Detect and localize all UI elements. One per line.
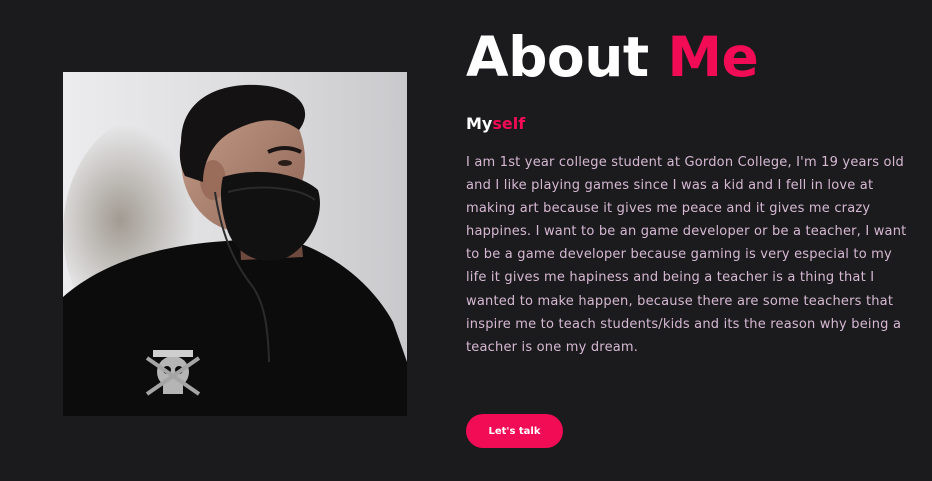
- about-subheading-main: My: [466, 114, 493, 133]
- about-heading-accent: Me: [667, 25, 759, 89]
- about-subheading-accent: self: [492, 114, 526, 133]
- about-subheading: Myself: [466, 114, 525, 133]
- profile-photo: [63, 72, 407, 416]
- about-bio: I am 1st year college student at Gordon …: [466, 155, 907, 355]
- profile-photo-illustration: [63, 72, 407, 416]
- about-heading-main: About: [466, 25, 649, 89]
- lets-talk-button[interactable]: Let's talk: [466, 414, 563, 448]
- about-heading: About Me: [466, 30, 759, 85]
